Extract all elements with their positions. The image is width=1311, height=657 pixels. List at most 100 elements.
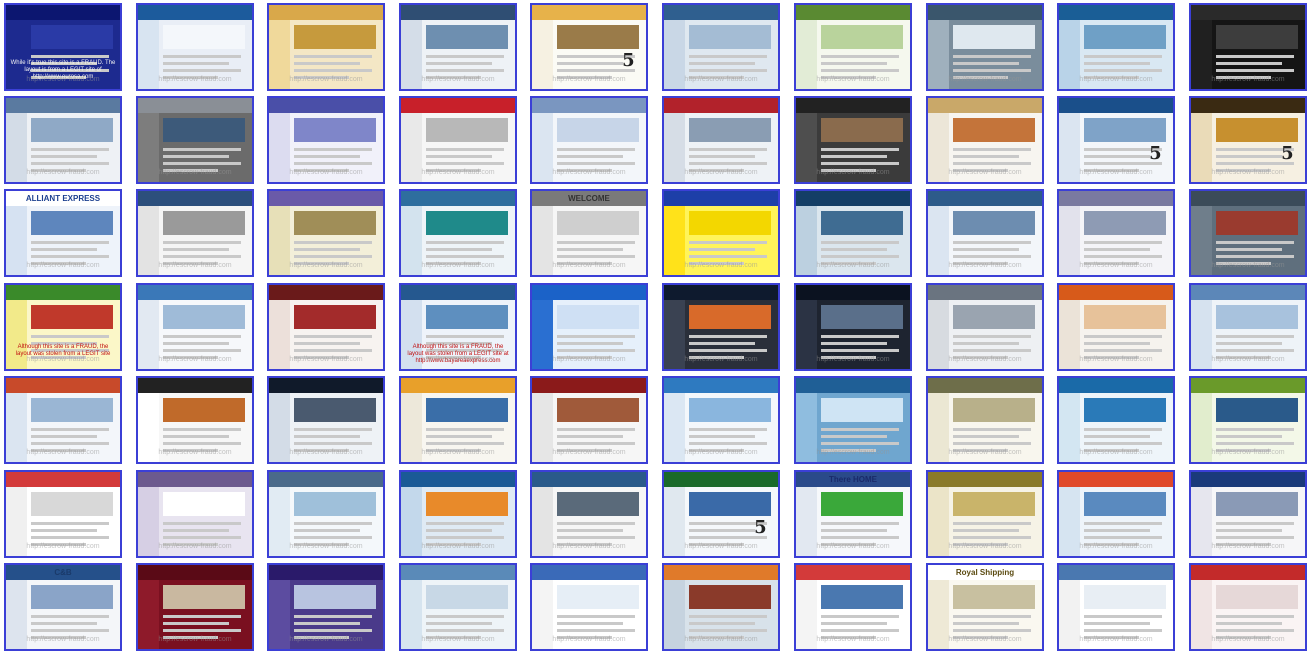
- website-thumbnail[interactable]: There HOME http://escrow-fraud.com: [794, 470, 912, 558]
- website-thumbnail[interactable]: WELCOME http://escrow-fraud.com: [530, 189, 648, 277]
- website-thumbnail[interactable]: http://escrow-fraud.com: [267, 376, 385, 464]
- website-thumbnail[interactable]: 5 http://escrow-fraud.com: [1189, 96, 1307, 184]
- website-thumbnail[interactable]: http://escrow-fraud.com: [1189, 470, 1307, 558]
- website-thumbnail[interactable]: http://escrow-fraud.com: [530, 283, 648, 371]
- website-thumbnail[interactable]: http://escrow-fraud.com: [1189, 376, 1307, 464]
- thumbnail-text-line: [31, 628, 109, 632]
- website-thumbnail[interactable]: http://escrow-fraud.com: [662, 376, 780, 464]
- website-thumbnail[interactable]: http://escrow-fraud.com: [530, 376, 648, 464]
- thumbnail-header: [664, 472, 778, 488]
- thumbnail-text-line: [163, 241, 241, 245]
- website-thumbnail[interactable]: http://escrow-fraud.com: [136, 189, 254, 277]
- website-thumbnail[interactable]: Royal Shipping http://escrow-fraud.com: [926, 563, 1044, 651]
- thumbnail-header: [6, 98, 120, 114]
- website-thumbnail[interactable]: While it's true this site is a FRAUD. Th…: [4, 3, 122, 91]
- thumbnail-text-line: [689, 68, 767, 72]
- thumbnail-header: [1191, 472, 1305, 488]
- thumbnail-hero-image: [31, 118, 114, 142]
- website-thumbnail[interactable]: http://escrow-fraud.com: [794, 189, 912, 277]
- thumbnail-text-line: [294, 428, 372, 432]
- thumbnail-text-line: [953, 428, 1031, 432]
- website-thumbnail[interactable]: http://escrow-fraud.com: [399, 563, 517, 651]
- website-thumbnail[interactable]: 5 http://escrow-fraud.com: [530, 3, 648, 91]
- website-thumbnail[interactable]: http://escrow-fraud.com: [926, 96, 1044, 184]
- website-thumbnail[interactable]: http://escrow-fraud.com: [926, 376, 1044, 464]
- website-thumbnail[interactable]: Although this site is a FRAUD, the layou…: [4, 283, 122, 371]
- website-thumbnail[interactable]: http://escrow-fraud.com: [1057, 470, 1175, 558]
- thumbnail-text-line: [689, 342, 756, 346]
- website-thumbnail[interactable]: http://escrow-fraud.com: [1189, 563, 1307, 651]
- thumbnail-text-line: [953, 628, 1031, 632]
- website-thumbnail[interactable]: http://escrow-fraud.com: [136, 3, 254, 91]
- website-thumbnail[interactable]: http://escrow-fraud.com: [136, 376, 254, 464]
- website-thumbnail[interactable]: http://escrow-fraud.com: [794, 563, 912, 651]
- website-thumbnail[interactable]: http://escrow-fraud.com: [136, 283, 254, 371]
- thumbnail-header: [1191, 191, 1305, 207]
- website-thumbnail[interactable]: http://escrow-fraud.com: [1057, 563, 1175, 651]
- website-thumbnail[interactable]: http://escrow-fraud.com: [1057, 3, 1175, 91]
- website-thumbnail[interactable]: http://escrow-fraud.com: [662, 563, 780, 651]
- thumbnail-hero-image: [426, 118, 509, 142]
- thumbnail-text-line: [953, 622, 1020, 626]
- website-thumbnail[interactable]: http://escrow-fraud.com: [926, 470, 1044, 558]
- website-thumbnail[interactable]: http://escrow-fraud.com: [662, 189, 780, 277]
- website-thumbnail[interactable]: http://escrow-fraud.com: [794, 96, 912, 184]
- thumbnail-header: [796, 98, 910, 114]
- watermark-text: http://escrow-fraud.com: [816, 543, 890, 550]
- website-thumbnail[interactable]: Although this site is a FRAUD, the layou…: [399, 283, 517, 371]
- website-thumbnail[interactable]: http://escrow-fraud.com: [926, 189, 1044, 277]
- website-thumbnail[interactable]: http://escrow-fraud.com: [136, 96, 254, 184]
- website-thumbnail[interactable]: http://escrow-fraud.com: [1189, 283, 1307, 371]
- website-thumbnail[interactable]: http://escrow-fraud.com: [399, 96, 517, 184]
- website-thumbnail[interactable]: http://escrow-fraud.com: [267, 283, 385, 371]
- website-thumbnail[interactable]: http://escrow-fraud.com: [1057, 189, 1175, 277]
- website-thumbnail[interactable]: http://escrow-fraud.com: [926, 283, 1044, 371]
- watermark-text: http://escrow-fraud.com: [158, 543, 232, 550]
- website-thumbnail[interactable]: http://escrow-fraud.com: [4, 470, 122, 558]
- website-thumbnail[interactable]: http://escrow-fraud.com: [267, 563, 385, 651]
- website-thumbnail[interactable]: C&B http://escrow-fraud.com: [4, 563, 122, 651]
- thumbnail-text-line: [557, 62, 624, 66]
- website-thumbnail[interactable]: http://escrow-fraud.com: [399, 189, 517, 277]
- thumbnail-text-line: [821, 535, 899, 539]
- website-thumbnail[interactable]: http://escrow-fraud.com: [136, 470, 254, 558]
- watermark-text: http://escrow-fraud.com: [1079, 543, 1153, 550]
- website-thumbnail[interactable]: http://escrow-fraud.com: [662, 3, 780, 91]
- website-thumbnail[interactable]: http://escrow-fraud.com: [399, 470, 517, 558]
- website-thumbnail[interactable]: 5 http://escrow-fraud.com: [1057, 96, 1175, 184]
- website-thumbnail[interactable]: http://escrow-fraud.com: [4, 376, 122, 464]
- website-thumbnail[interactable]: http://escrow-fraud.com: [530, 470, 648, 558]
- website-thumbnail[interactable]: http://escrow-fraud.com: [662, 96, 780, 184]
- watermark-text: http://escrow-fraud.com: [816, 356, 890, 363]
- website-thumbnail[interactable]: http://escrow-fraud.com: [794, 283, 912, 371]
- website-thumbnail[interactable]: http://escrow-fraud.com: [794, 376, 912, 464]
- website-thumbnail[interactable]: http://escrow-fraud.com: [926, 3, 1044, 91]
- website-thumbnail[interactable]: http://escrow-fraud.com: [136, 563, 254, 651]
- website-thumbnail[interactable]: http://escrow-fraud.com: [794, 3, 912, 91]
- website-thumbnail[interactable]: http://escrow-fraud.com: [267, 3, 385, 91]
- thumbnail-hero-image: [689, 25, 772, 49]
- website-thumbnail[interactable]: 5 http://escrow-fraud.com: [662, 470, 780, 558]
- website-thumbnail[interactable]: http://escrow-fraud.com: [530, 96, 648, 184]
- thumbnail-header: [138, 5, 252, 21]
- watermark-text: http://escrow-fraud.com: [289, 356, 363, 363]
- thumbnail-text-line: [557, 161, 635, 165]
- website-thumbnail[interactable]: http://escrow-fraud.com: [267, 189, 385, 277]
- website-thumbnail[interactable]: http://escrow-fraud.com: [267, 470, 385, 558]
- thumbnail-text-line: [557, 529, 624, 533]
- thumbnail-text-line: [426, 254, 504, 258]
- website-thumbnail[interactable]: http://escrow-fraud.com: [662, 283, 780, 371]
- website-thumbnail[interactable]: ALLIANT EXPRESS http://escrow-fraud.com: [4, 189, 122, 277]
- watermark-text: http://escrow-fraud.com: [948, 262, 1022, 269]
- website-thumbnail[interactable]: http://escrow-fraud.com: [399, 3, 517, 91]
- thumbnail-header: [269, 472, 383, 488]
- website-thumbnail[interactable]: http://escrow-fraud.com: [267, 96, 385, 184]
- website-thumbnail[interactable]: http://escrow-fraud.com: [1057, 283, 1175, 371]
- website-thumbnail[interactable]: http://escrow-fraud.com: [399, 376, 517, 464]
- website-thumbnail[interactable]: http://escrow-fraud.com: [530, 563, 648, 651]
- website-thumbnail[interactable]: http://escrow-fraud.com: [1189, 3, 1307, 91]
- website-thumbnail[interactable]: http://escrow-fraud.com: [1057, 376, 1175, 464]
- thumbnail-hero-image: [1084, 398, 1167, 422]
- website-thumbnail[interactable]: http://escrow-fraud.com: [1189, 189, 1307, 277]
- website-thumbnail[interactable]: http://escrow-fraud.com: [4, 96, 122, 184]
